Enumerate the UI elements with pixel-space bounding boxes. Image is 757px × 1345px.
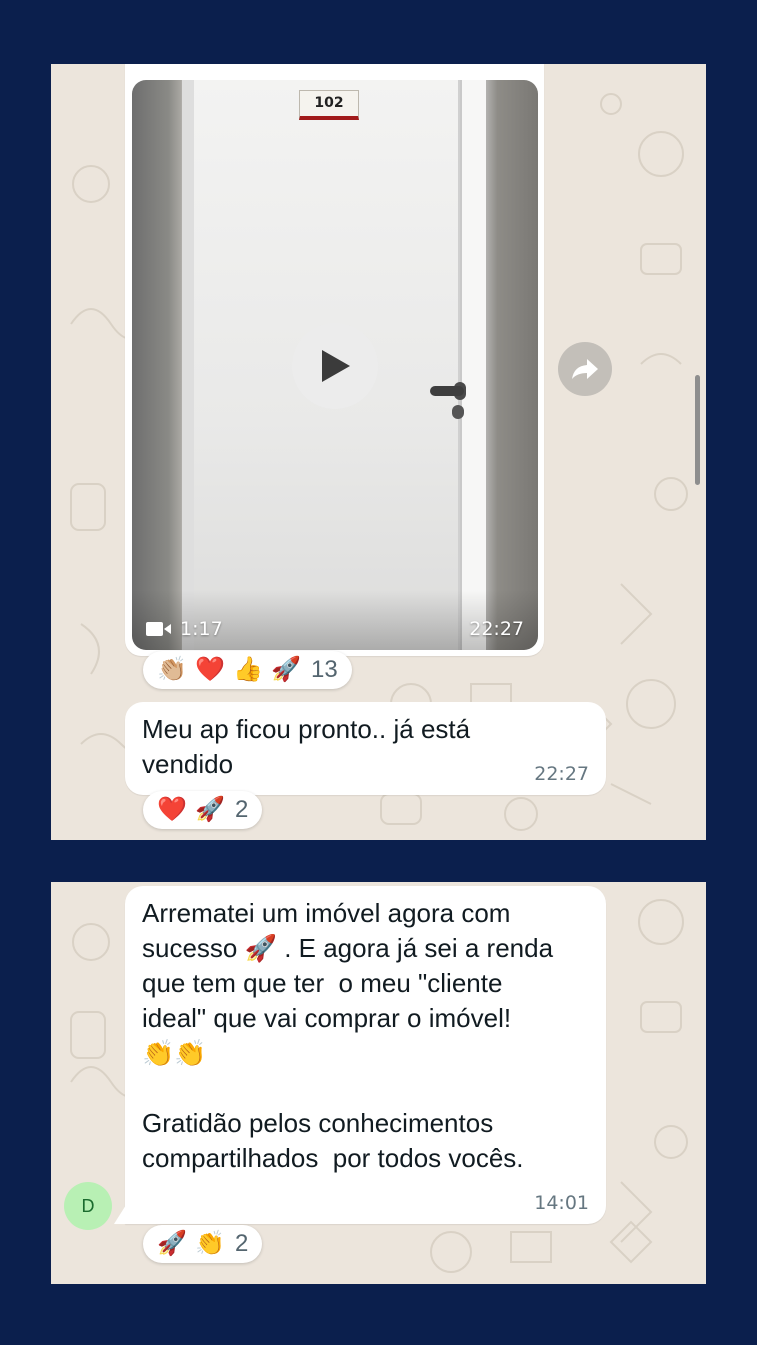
message-text: Meu ap ficou pronto.. já está vendido (142, 714, 471, 779)
message-text: Arrematei um imóvel agora com sucesso 🚀 … (142, 898, 554, 1173)
reaction-emoji: ❤️ (195, 656, 225, 683)
bubble-tail (114, 1205, 126, 1224)
forward-icon (572, 359, 598, 379)
reaction-emoji: ❤️ (157, 796, 187, 823)
forward-button[interactable] (558, 342, 612, 396)
video-duration: 1:17 (180, 618, 223, 640)
video-thumbnail[interactable]: 102 1:17 22:27 (132, 80, 538, 650)
video-camera-icon (146, 622, 171, 636)
reaction-count: 13 (311, 656, 338, 683)
play-icon (322, 350, 350, 382)
message-timestamp: 14:01 (534, 1192, 589, 1214)
reaction-emoji: 👏🏼 (157, 656, 187, 683)
chat-screenshot-top: 102 1:17 22:27 👏🏼 ❤️ 👍 🚀 13 Meu ap ficou… (51, 64, 706, 840)
door-lock (452, 405, 464, 419)
text-message-bubble[interactable]: Arrematei um imóvel agora com sucesso 🚀 … (125, 886, 606, 1224)
sender-avatar[interactable]: D (64, 1182, 112, 1230)
reaction-emoji: 🚀 (195, 796, 225, 823)
message-reactions[interactable]: 🚀 👏 2 (143, 1225, 263, 1263)
video-timestamp: 22:27 (469, 618, 524, 640)
reaction-emoji: 🚀 (157, 1230, 187, 1257)
reaction-emoji: 👏 (195, 1230, 225, 1257)
message-reactions[interactable]: ❤️ 🚀 2 (143, 791, 263, 829)
message-timestamp: 22:27 (534, 763, 589, 785)
scrollbar[interactable] (695, 375, 700, 485)
reaction-count: 2 (235, 796, 249, 823)
door-frame-left (182, 80, 194, 650)
room-number-plate: 102 (299, 90, 359, 120)
video-message-bubble: 102 1:17 22:27 (125, 64, 544, 656)
text-message-bubble[interactable]: Meu ap ficou pronto.. já está vendido 22… (125, 702, 606, 795)
video-duration-indicator: 1:17 (146, 618, 223, 640)
reaction-emoji: 🚀 (271, 656, 301, 683)
door-handle (430, 386, 464, 396)
video-reactions[interactable]: 👏🏼 ❤️ 👍 🚀 13 (143, 651, 352, 689)
play-button[interactable] (292, 323, 378, 409)
reaction-count: 2 (235, 1230, 249, 1257)
reaction-emoji: 👍 (233, 656, 263, 683)
door-frame-right (460, 80, 486, 650)
chat-screenshot-bottom: Arrematei um imóvel agora com sucesso 🚀 … (51, 882, 706, 1284)
